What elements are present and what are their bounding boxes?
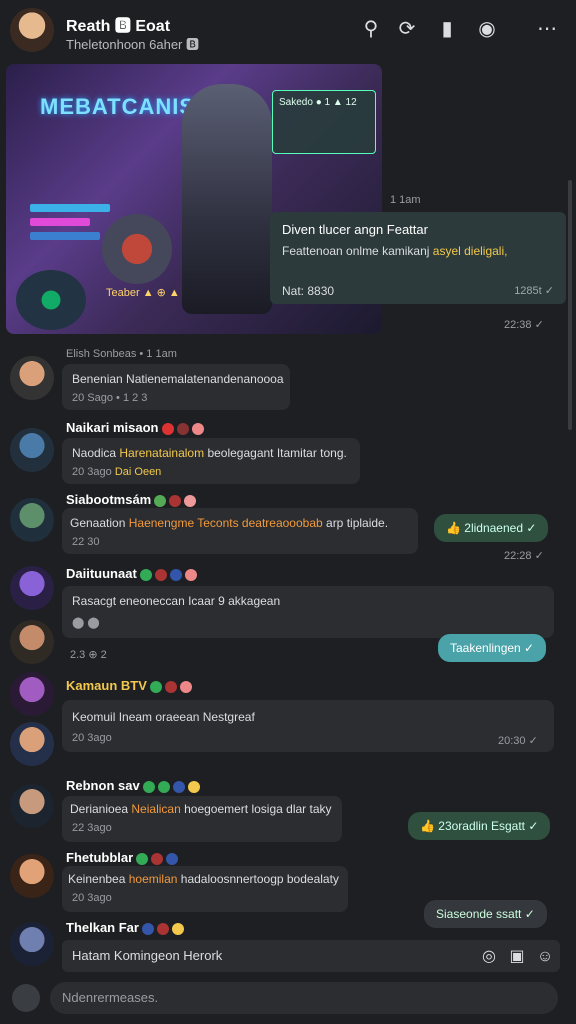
avatar[interactable] [10, 566, 54, 610]
compose-placeholder: Ndenrermeases. [62, 990, 159, 1005]
message-time: 20:30 ✓ [498, 735, 538, 747]
reaction-pill[interactable]: 👍 2lidnaened ✓ [434, 514, 549, 542]
robot-figure [182, 84, 272, 314]
emoji-icon[interactable]: ☺ [532, 944, 558, 970]
message-bubble[interactable]: Keomuil Ineam oraeean Nestgreaf 20 3ago … [62, 700, 554, 752]
message-author: Siabootmsám [66, 492, 197, 507]
message-bubble[interactable]: Derianioea Neialican hoegoemert losiga d… [62, 796, 342, 842]
menu-icon[interactable]: ⋯ [534, 16, 560, 42]
message-text: Keinenbea hoemilan hadaloosnnertoogp bod… [68, 872, 339, 886]
avatar[interactable] [10, 784, 54, 828]
message-meta: 20 3ago [72, 732, 112, 744]
message-text: Genaation Haenengme Teconts deatreaoooba… [70, 516, 389, 530]
compose-input[interactable]: Ndenrermeases. [50, 982, 558, 1014]
avatar[interactable] [10, 672, 54, 716]
reply-input[interactable]: Hatam Komingeon Herork ◎ ▣ ☺ [62, 940, 560, 972]
reply-highlight: asyel dieligali, [432, 244, 508, 258]
message-bubble[interactable]: Rasacgt eneoneccan Icaar 9 akkagean ⬤ ⬤ [62, 586, 554, 638]
message-text: Naodica Harenatainalom beolegagant Itami… [72, 446, 347, 460]
attach-icon[interactable] [12, 984, 40, 1012]
channel-avatar[interactable] [10, 8, 54, 52]
message-meta: 22 30 [72, 536, 100, 548]
message-author: Elish Sonbeas • 1 1am [66, 348, 177, 360]
message-text: Benenian Natienemalatenandenanoooa [72, 372, 284, 386]
message-meta: 20 3ago Dai Oeen [72, 466, 162, 478]
message-bubble[interactable]: Benenian Natienemalatenandenanoooa 20 Sa… [62, 364, 290, 410]
avatar[interactable] [10, 922, 54, 966]
sticker-icon[interactable]: ▣ [504, 944, 530, 970]
avatar[interactable] [10, 356, 54, 400]
message-time: 22:28 ✓ [504, 550, 544, 562]
channel-title: Reath 🅱 Eoat [66, 18, 171, 35]
reply-body: Feattenoan onlme kamikanj asyel dieligal… [282, 244, 507, 258]
chat-header: Reath 🅱 Eoat Theletonhoon 6aher 🅱 ⚲ ⟳ ▮ … [0, 0, 576, 60]
emoji-icon[interactable]: ◉ [474, 16, 500, 42]
reply-input-text: Hatam Komingeon Herork [72, 948, 223, 963]
avatar[interactable] [10, 498, 54, 542]
refresh-icon[interactable]: ⟳ [394, 16, 420, 42]
message-author: Kamaun BTV [66, 678, 192, 693]
avatar[interactable] [10, 620, 54, 664]
minimap [16, 270, 86, 330]
message-meta: 2.3 ⊕ 2 [70, 649, 107, 661]
reply-footer: Nat: 8830 [282, 284, 335, 298]
reaction-pill[interactable]: Taakenlingen ✓ [438, 634, 547, 662]
message-time: 1 1am [390, 194, 421, 206]
message-author: Rebnon sav [66, 778, 200, 793]
message-text: Rasacgt eneoneccan Icaar 9 akkagean [72, 594, 281, 608]
message-author: Thelkan Far [66, 920, 184, 935]
avatar[interactable] [10, 428, 54, 472]
health-bars [30, 204, 120, 244]
search-icon[interactable]: ⚲ [358, 16, 384, 42]
message-meta: 20 Sago • 1 2 3 [72, 392, 148, 404]
message-meta: ⬤ ⬤ [72, 617, 100, 629]
message-text: Keomuil Ineam oraeean Nestgreaf [72, 710, 255, 724]
message-meta: 22 3ago [72, 822, 112, 834]
stats-icon[interactable]: ▮ [434, 16, 460, 42]
message-text: Derianioea Neialican hoegoemert losiga d… [70, 802, 332, 816]
message-bubble[interactable]: Naodica Harenatainalom beolegagant Itami… [62, 438, 360, 484]
channel-subtitle: Theletonhoon 6aher 🅱 [66, 37, 199, 52]
reaction-pill[interactable]: 👍 23oradlin Esgatt ✓ [408, 812, 551, 840]
message-author: Daiituunaat [66, 566, 197, 581]
reply-title: Diven tlucer angn Feattar [282, 222, 428, 237]
reply-bubble[interactable]: Diven tlucer angn Feattar Feattenoan onl… [270, 212, 566, 304]
message-author: Naikari misaon [66, 420, 204, 435]
scrollbar[interactable] [568, 180, 572, 430]
reaction-pill[interactable]: Siaseonde ssatt ✓ [424, 900, 547, 928]
avatar[interactable] [10, 722, 54, 766]
hud-card: Sakedo ● 1 ▲ 12 [272, 90, 376, 154]
message-author: Fhetubblar [66, 850, 179, 865]
avatar[interactable] [10, 854, 54, 898]
message-bubble[interactable]: Keinenbea hoemilan hadaloosnnertoogp bod… [62, 866, 348, 912]
message-meta: 20 3ago [72, 892, 112, 904]
reply-time: 1285t ✓ [514, 285, 554, 297]
gif-icon[interactable]: ◎ [476, 944, 502, 970]
reply-body-text: Feattenoan onlme kamikanj [282, 244, 430, 258]
message-time: 22:38 ✓ [504, 319, 544, 331]
hud-text: Teaber ▲ ⊕ ▲ [106, 287, 180, 299]
message-bubble[interactable]: Genaation Haenengme Teconts deatreaoooba… [62, 508, 418, 554]
